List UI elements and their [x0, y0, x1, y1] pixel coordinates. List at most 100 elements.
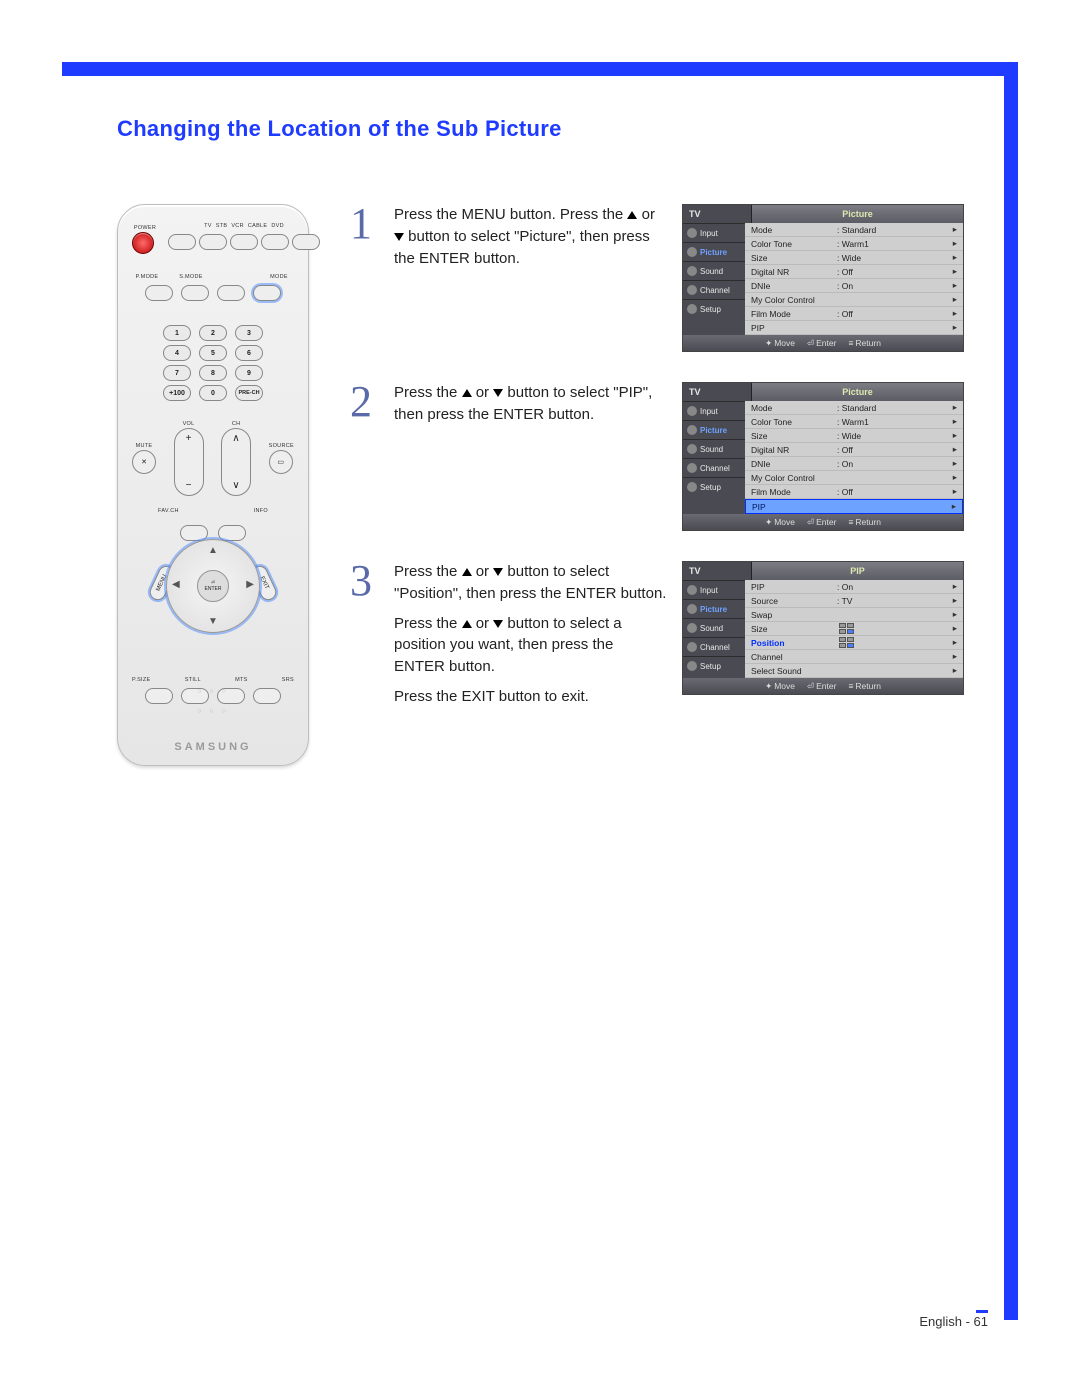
mute-button[interactable]: ✕: [132, 450, 156, 474]
osd-row[interactable]: Size ▸: [745, 622, 963, 636]
osd-row[interactable]: Position ▸: [745, 636, 963, 650]
osd-tab-setup[interactable]: Setup: [683, 656, 745, 675]
src-dvd[interactable]: [292, 234, 320, 250]
smode-button[interactable]: [181, 285, 209, 301]
osd-footer-hint: ✦Move: [765, 338, 795, 349]
pmode-button[interactable]: [145, 285, 173, 301]
osd-tab-sound[interactable]: Sound: [683, 261, 745, 280]
tab-icon: [687, 285, 697, 295]
osd-row[interactable]: PIP ▸: [745, 321, 963, 335]
tab-icon: [687, 406, 697, 416]
key-5[interactable]: 5: [199, 345, 227, 361]
osd-tab-picture[interactable]: Picture: [683, 420, 745, 439]
osd-tv-badge: TV: [683, 205, 752, 223]
osd-row[interactable]: Film Mode : Off ▸: [745, 485, 963, 499]
key-7[interactable]: 7: [163, 365, 191, 381]
osd-tab-input[interactable]: Input: [683, 401, 745, 420]
osd-tab-sound[interactable]: Sound: [683, 439, 745, 458]
osd-tab-input[interactable]: Input: [683, 580, 745, 599]
enter-button[interactable]: ⏎ENTER: [197, 570, 229, 602]
up-arrow-icon: [462, 620, 472, 628]
osd-tab-setup[interactable]: Setup: [683, 477, 745, 496]
osd-row[interactable]: Channel ▸: [745, 650, 963, 664]
remote-control: POWER TV STB VCR CABLE DVD: [117, 204, 309, 766]
power-button[interactable]: [132, 232, 154, 254]
src-cable[interactable]: [261, 234, 289, 250]
osd-screenshot: TV Picture Input Picture Sound Channel S…: [682, 382, 964, 531]
osd-row[interactable]: Digital NR : Off ▸: [745, 265, 963, 279]
page-border-top: [62, 62, 1018, 76]
osd-screenshot: TV Picture Input Picture Sound Channel S…: [682, 204, 964, 352]
position-quad-icon: [839, 637, 854, 648]
key-8[interactable]: 8: [199, 365, 227, 381]
key-3[interactable]: 3: [235, 325, 263, 341]
osd-row[interactable]: PIP : On ▸: [745, 580, 963, 594]
osd-sidebar: Input Picture Sound Channel Setup: [683, 580, 745, 678]
tab-icon: [687, 266, 697, 276]
osd-row[interactable]: Color Tone : Warm1 ▸: [745, 237, 963, 251]
down-arrow-icon: [394, 233, 404, 241]
osd-tab-channel[interactable]: Channel: [683, 280, 745, 299]
osd-row[interactable]: Select Sound ▸: [745, 664, 963, 678]
key-9[interactable]: 9: [235, 365, 263, 381]
osd-row[interactable]: My Color Control ▸: [745, 293, 963, 307]
osd-row[interactable]: Color Tone : Warm1 ▸: [745, 415, 963, 429]
key-1[interactable]: 1: [163, 325, 191, 341]
key-6[interactable]: 6: [235, 345, 263, 361]
favch-button[interactable]: [180, 525, 208, 541]
osd-tab-input[interactable]: Input: [683, 223, 745, 242]
position-quad-icon: [839, 623, 854, 634]
osd-footer: ✦Move⏎Enter≡Return: [683, 514, 963, 530]
osd-tab-channel[interactable]: Channel: [683, 458, 745, 477]
dpad-left-icon: ◀: [172, 579, 180, 590]
src-stb[interactable]: [199, 234, 227, 250]
osd-tab-channel[interactable]: Channel: [683, 637, 745, 656]
ch-rocker[interactable]: ∧∨: [221, 428, 251, 496]
page-border-right: [1004, 62, 1018, 1320]
tab-icon: [687, 585, 697, 595]
step: 2 Press the or button to select "PIP", t…: [350, 382, 964, 531]
osd-row[interactable]: Swap ▸: [745, 608, 963, 622]
nav-cluster: MENU EXIT ▲ ▼ ◀ ▶ ⏎ENTER: [148, 521, 278, 651]
osd-footer-hint: ✦Move: [765, 681, 795, 692]
step-text: Press the or button to select "Position"…: [394, 561, 668, 716]
osd-tab-picture[interactable]: Picture: [683, 242, 745, 261]
mode-button[interactable]: [253, 285, 281, 301]
tab-icon: [687, 642, 697, 652]
osd-row[interactable]: Mode : Standard ▸: [745, 223, 963, 237]
info-button[interactable]: [218, 525, 246, 541]
osd-footer-hint: ≡Return: [848, 338, 880, 348]
tab-icon: [687, 425, 697, 435]
src-tv[interactable]: [168, 234, 196, 250]
osd-row[interactable]: My Color Control ▸: [745, 471, 963, 485]
key-prech[interactable]: PRE-CH: [235, 385, 263, 401]
osd-tab-setup[interactable]: Setup: [683, 299, 745, 318]
osd-tab-picture[interactable]: Picture: [683, 599, 745, 618]
tab-icon: [687, 247, 697, 257]
key-plus100[interactable]: +100: [163, 385, 191, 401]
source-button[interactable]: ▭: [269, 450, 293, 474]
page-footer: English - 61: [919, 1314, 988, 1329]
down-arrow-icon: [493, 568, 503, 576]
osd-row[interactable]: DNIe : On ▸: [745, 457, 963, 471]
step-text: Press the MENU button. Press the or butt…: [394, 204, 668, 352]
key-0[interactable]: 0: [199, 385, 227, 401]
tab-icon: [687, 304, 697, 314]
osd-rows: PIP : On ▸ Source : TV ▸ Swap ▸ Size ▸ P…: [745, 580, 963, 678]
osd-row[interactable]: Film Mode : Off ▸: [745, 307, 963, 321]
key-4[interactable]: 4: [163, 345, 191, 361]
osd-row[interactable]: Digital NR : Off ▸: [745, 443, 963, 457]
up-arrow-icon: [462, 389, 472, 397]
osd-row[interactable]: Mode : Standard ▸: [745, 401, 963, 415]
vol-rocker[interactable]: +−: [174, 428, 204, 496]
src-vcr[interactable]: [230, 234, 258, 250]
blank-mode1[interactable]: [217, 285, 245, 301]
step-number: 2: [350, 382, 380, 531]
osd-row[interactable]: Source : TV ▸: [745, 594, 963, 608]
osd-row[interactable]: PIP ▸: [745, 499, 963, 514]
osd-row[interactable]: DNIe : On ▸: [745, 279, 963, 293]
osd-tab-sound[interactable]: Sound: [683, 618, 745, 637]
osd-row[interactable]: Size : Wide ▸: [745, 251, 963, 265]
key-2[interactable]: 2: [199, 325, 227, 341]
osd-row[interactable]: Size : Wide ▸: [745, 429, 963, 443]
